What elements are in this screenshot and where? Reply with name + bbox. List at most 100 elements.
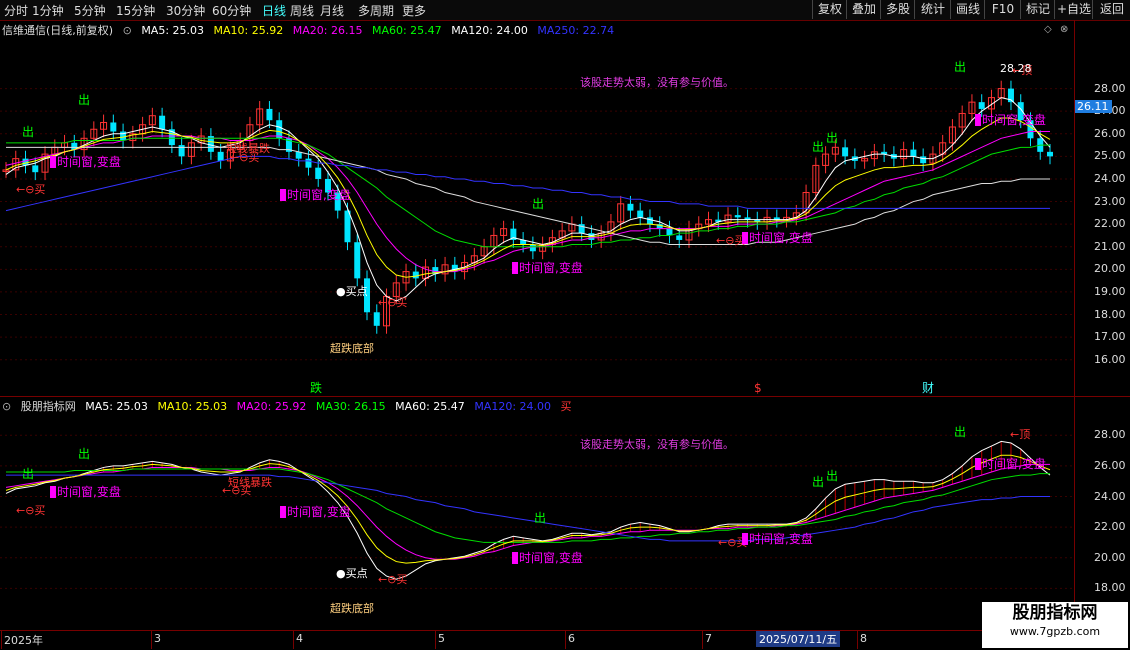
buy-point-label: ●买点 bbox=[336, 285, 368, 298]
timeframe-9[interactable]: 多周期 bbox=[358, 2, 394, 19]
main-axis-label: 26.00 bbox=[1094, 126, 1126, 140]
date-tick bbox=[857, 631, 858, 649]
sub-time-window-label: 时间窗,变盘 bbox=[57, 484, 121, 499]
sub-signal-out: 出 bbox=[22, 467, 34, 481]
sub-signal-out: 出 bbox=[954, 425, 966, 439]
date-label: 8 bbox=[860, 632, 867, 645]
sub-bottom-label: 超跌底部 bbox=[330, 601, 374, 615]
candle-body bbox=[637, 210, 644, 218]
date-label: 2025年 bbox=[4, 634, 43, 647]
main-axis-label: 16.00 bbox=[1094, 352, 1126, 366]
bottom-label: 超跌底部 bbox=[330, 341, 374, 355]
candle-body bbox=[1047, 151, 1053, 157]
date-label: 4 bbox=[296, 632, 303, 645]
main-axis-label: 23.00 bbox=[1094, 194, 1126, 208]
signal-out: 出 bbox=[812, 140, 824, 154]
sub-indicator-chart[interactable]: 出出出出 出出←⊖买←⊖买←⊖买←⊖买←顶短线暴跌●买点超跌底部时间窗,变盘时间窗… bbox=[0, 412, 1074, 630]
toolbar-button-8[interactable]: 返回 bbox=[1092, 0, 1130, 19]
timeframe-6[interactable]: 日线 bbox=[262, 2, 286, 19]
date-label: 3 bbox=[154, 632, 161, 645]
sub-signal-buy: ←⊖买 bbox=[16, 504, 45, 517]
timeframe-1[interactable]: 1分钟 bbox=[32, 2, 64, 19]
timeframe-7[interactable]: 周线 bbox=[290, 2, 314, 19]
candle-body bbox=[344, 210, 351, 243]
timeframe-5[interactable]: 60分钟 bbox=[212, 2, 251, 19]
sub-axis-label: 20.00 bbox=[1094, 550, 1126, 564]
sub-axis-label: 18.00 bbox=[1094, 581, 1126, 595]
close-icon[interactable]: ⊗ bbox=[1060, 24, 1068, 35]
timeframe-0[interactable]: 分时 bbox=[4, 2, 28, 19]
time-window-marker bbox=[50, 156, 56, 168]
candle-body bbox=[315, 167, 322, 179]
time-window-label: 时间窗,变盘 bbox=[519, 260, 583, 275]
signal-out: 出 bbox=[954, 60, 966, 74]
toolbar-button-6[interactable]: 标记 bbox=[1020, 0, 1055, 19]
sub-signal-out: 出 bbox=[78, 447, 90, 461]
sub-axis-label: 28.00 bbox=[1094, 428, 1126, 442]
panel-divider bbox=[0, 396, 1130, 397]
candle-body bbox=[178, 145, 185, 157]
sub-signal-buy: ←⊖买 bbox=[378, 573, 407, 586]
sub-signal-out: 出 bbox=[812, 475, 824, 489]
candle-body bbox=[159, 115, 166, 130]
finance-marker: 财 bbox=[922, 381, 934, 395]
sub-time-window-marker bbox=[512, 552, 518, 564]
candle-body bbox=[266, 108, 273, 121]
timeframe-4[interactable]: 30分钟 bbox=[166, 2, 205, 19]
timeframe-10[interactable]: 更多 bbox=[402, 2, 426, 19]
sub-time-window-marker bbox=[50, 486, 56, 498]
timeframe-8[interactable]: 月线 bbox=[320, 2, 344, 19]
main-axis-label: 19.00 bbox=[1094, 284, 1126, 298]
toolbar-button-2[interactable]: 多股 bbox=[880, 0, 915, 19]
candle-body bbox=[676, 235, 683, 240]
toolbar-button-0[interactable]: 复权 bbox=[812, 0, 847, 19]
date-tick bbox=[435, 631, 436, 649]
time-window-marker bbox=[512, 262, 518, 274]
candle-body bbox=[910, 149, 917, 157]
toolbar-button-3[interactable]: 统计 bbox=[914, 0, 951, 19]
candle-body bbox=[627, 203, 634, 211]
sub-ma20-line bbox=[5, 463, 1050, 560]
toolbar-button-5[interactable]: F10 bbox=[984, 0, 1021, 19]
main-axis-label: 18.00 bbox=[1094, 307, 1126, 321]
time-window-marker bbox=[742, 232, 748, 244]
candle-body bbox=[842, 147, 849, 157]
date-tick bbox=[293, 631, 294, 649]
date-axis: 2025年 3 4 5 6 7 8 2025/07/11/五 bbox=[0, 630, 1074, 649]
timeframe-3[interactable]: 15分钟 bbox=[116, 2, 155, 19]
toolbar-button-1[interactable]: 叠加 bbox=[846, 0, 881, 19]
sub-axis-label: 26.00 bbox=[1094, 458, 1126, 472]
candle-body bbox=[22, 158, 29, 166]
diamond-icon[interactable]: ◇ bbox=[1044, 24, 1052, 35]
watermark-url: www.7gpzb.com bbox=[1009, 625, 1101, 638]
main-axis-label: 28.00 bbox=[1094, 81, 1126, 95]
date-tick bbox=[1, 631, 2, 649]
ma10-line bbox=[5, 117, 1051, 278]
candle-body bbox=[32, 165, 39, 173]
main-axis-label: 24.00 bbox=[1094, 171, 1126, 185]
sub-time-window-marker bbox=[280, 506, 286, 518]
signal-out: 出 bbox=[78, 93, 90, 107]
sub-ma10-line bbox=[5, 454, 1051, 564]
date-label: 6 bbox=[568, 632, 575, 645]
candle-body bbox=[217, 151, 224, 161]
candle-body bbox=[646, 217, 653, 225]
main-candlestick-chart[interactable]: 出出出出出出←⊖买←⊖买←⊖买←⊖买←顶短线暴跌●买点超跌底部时间窗,变盘时间窗… bbox=[0, 36, 1074, 396]
candle-body bbox=[529, 244, 536, 252]
sub-time-window-marker bbox=[975, 458, 981, 470]
sub-axis-label: 24.00 bbox=[1094, 489, 1126, 503]
main-axis-label: 17.00 bbox=[1094, 330, 1126, 344]
current-price-tag: 26.11 bbox=[1074, 100, 1112, 113]
candle-body bbox=[978, 102, 985, 109]
sub-signal-top: ←顶 bbox=[1010, 428, 1030, 441]
main-axis-label: 22.00 bbox=[1094, 217, 1126, 231]
toolbar-button-7[interactable]: +自选 bbox=[1054, 0, 1093, 19]
cursor-date-label: 2025/07/11/五 bbox=[756, 631, 841, 647]
time-window-marker bbox=[280, 189, 286, 201]
timeframe-2[interactable]: 5分钟 bbox=[74, 2, 106, 19]
candle-body bbox=[920, 156, 927, 164]
date-tick bbox=[151, 631, 152, 649]
signal-out: 出 bbox=[532, 197, 544, 211]
toolbar-button-4[interactable]: 画线 bbox=[950, 0, 985, 19]
sub-time-window-label: 时间窗,变盘 bbox=[749, 531, 813, 546]
